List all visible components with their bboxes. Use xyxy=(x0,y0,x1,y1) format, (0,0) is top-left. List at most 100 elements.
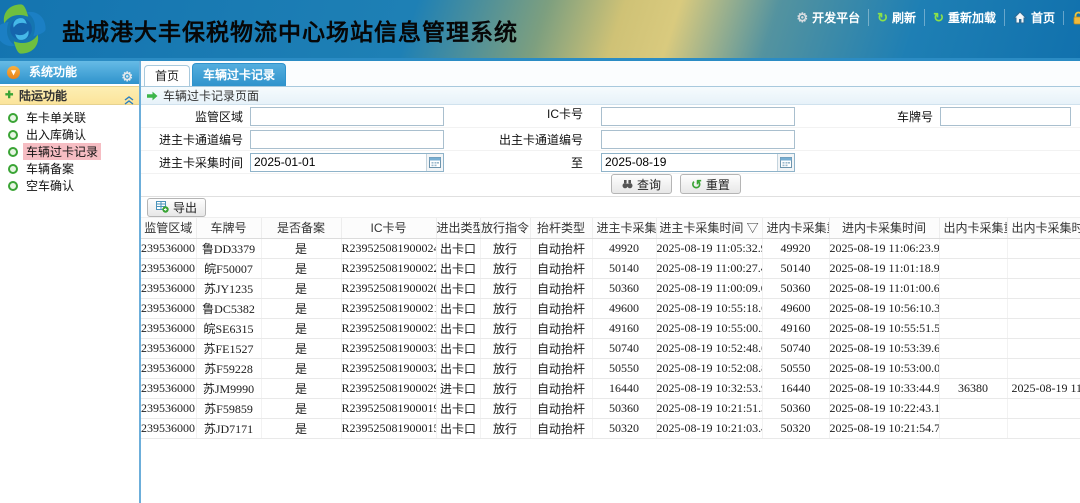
table-cell: 2025-08-19 10:33:44.953 xyxy=(829,378,939,398)
table-row[interactable]: 2395360001苏JY1235是R239525081900020出卡口放行自… xyxy=(141,278,1080,298)
plate-number-input[interactable] xyxy=(940,107,1071,126)
column-header[interactable]: 出内卡采集时间 xyxy=(1007,218,1080,238)
collapse-chevrons-icon[interactable] xyxy=(124,92,134,110)
date-to-input[interactable] xyxy=(601,153,795,172)
table-cell xyxy=(1007,418,1080,438)
sidebar-section-land[interactable]: ✚ 陆运功能 xyxy=(0,86,139,105)
in-channel-label: 进主卡通道编号 xyxy=(141,131,250,148)
gear-icon: ⚙ xyxy=(796,11,808,24)
out-channel-label: 出主卡通道编号 xyxy=(444,131,590,148)
table-cell: 49920 xyxy=(762,238,829,258)
table-cell: 出卡口 xyxy=(436,318,480,338)
table-row[interactable]: 2395360001皖F50007是R239525081900022出卡口放行自… xyxy=(141,258,1080,278)
table-row[interactable]: 2395360001鲁DC5382是R239525081900021出卡口放行自… xyxy=(141,298,1080,318)
table-cell: 是 xyxy=(261,238,341,258)
lock-link[interactable] xyxy=(1063,11,1080,25)
table-cell: 2025-08-19 11:02 xyxy=(1007,378,1080,398)
column-header[interactable]: 是否备案 xyxy=(261,218,341,238)
table-cell: 2025-08-19 10:52:48.080 xyxy=(656,338,762,358)
column-header[interactable]: 车牌号 xyxy=(196,218,261,238)
query-button[interactable]: 查询 xyxy=(611,174,672,194)
table-row[interactable]: 2395360001苏F59859是R239525081900019出卡口放行自… xyxy=(141,398,1080,418)
dev-platform-link[interactable]: ⚙ 开发平台 xyxy=(788,9,868,26)
table-cell xyxy=(1007,298,1080,318)
column-header[interactable]: 进内卡采集重量 xyxy=(762,218,829,238)
home-link[interactable]: 首页 xyxy=(1004,9,1063,26)
table-cell: 36380 xyxy=(939,378,1007,398)
region-input[interactable] xyxy=(250,107,444,126)
column-header[interactable]: 进主卡采集重量 xyxy=(592,218,656,238)
sidebar-header[interactable]: ▾ 系统功能 ⚙ xyxy=(0,61,139,84)
table-cell: 2025-08-19 10:55:00.240 xyxy=(656,318,762,338)
table-cell: 皖SE6315 xyxy=(196,318,261,338)
sidebar-item-1[interactable]: 车卡单关联 xyxy=(0,109,139,126)
table-cell: 放行 xyxy=(480,338,530,358)
date-from-input[interactable] xyxy=(250,153,444,172)
table-cell xyxy=(939,258,1007,278)
table-cell: 2025-08-19 10:32:53.927 xyxy=(656,378,762,398)
table-row[interactable]: 2395360001苏JD7171是R239525081900015出卡口放行自… xyxy=(141,418,1080,438)
column-header[interactable]: IC卡号 xyxy=(341,218,436,238)
form-row-3: 进主卡采集时间 至 xyxy=(141,151,1080,174)
plate-label: 车牌号 xyxy=(795,108,940,125)
table-row[interactable]: 2395360001皖SE6315是R239525081900023出卡口放行自… xyxy=(141,318,1080,338)
sidebar-item-4[interactable]: 车辆备案 xyxy=(0,160,139,177)
table-cell: 苏FE1527 xyxy=(196,338,261,358)
table-row[interactable]: 2395360001苏JM9990是R239525081900029进卡口放行自… xyxy=(141,378,1080,398)
table-cell: 2395360001 xyxy=(141,258,196,278)
column-header[interactable]: 进出类型 xyxy=(436,218,480,238)
table-row[interactable]: 2395360001鲁DD3379是R239525081900024出卡口放行自… xyxy=(141,238,1080,258)
sidebar-item-2[interactable]: 出入库确认 xyxy=(0,126,139,143)
table-cell: 2025-08-19 10:21:54.727 xyxy=(829,418,939,438)
tab-home[interactable]: 首页 xyxy=(144,65,190,86)
table-cell: 出卡口 xyxy=(436,238,480,258)
sidebar-item-5[interactable]: 空车确认 xyxy=(0,177,139,194)
column-header[interactable]: 进主卡采集时间 ▽ xyxy=(656,218,762,238)
reload-link[interactable]: ↻ 重新加载 xyxy=(924,9,1004,26)
sidebar-item-3[interactable]: 车辆过卡记录 xyxy=(0,143,139,160)
table-cell: 放行 xyxy=(480,378,530,398)
table-cell: R239525081900032 xyxy=(341,358,436,378)
table-cell xyxy=(939,278,1007,298)
tab-records[interactable]: 车辆过卡记录 xyxy=(192,63,286,86)
table-cell: 是 xyxy=(261,398,341,418)
refresh-link[interactable]: ↻ 刷新 xyxy=(868,9,924,26)
table-cell: 苏JY1235 xyxy=(196,278,261,298)
form-row-2: 进主卡通道编号 出主卡通道编号 xyxy=(141,128,1080,151)
table-cell: 自动抬杆 xyxy=(530,318,592,338)
column-header[interactable]: 抬杆类型 xyxy=(530,218,592,238)
column-header[interactable]: 监管区域 xyxy=(141,218,196,238)
table-cell: 49920 xyxy=(592,238,656,258)
table-row[interactable]: 2395360001苏F59228是R239525081900032出卡口放行自… xyxy=(141,358,1080,378)
dev-platform-label: 开发平台 xyxy=(812,9,860,26)
table-cell xyxy=(1007,398,1080,418)
column-header[interactable]: 出内卡采集重量 xyxy=(939,218,1007,238)
form-row-1: 监管区域 IC卡号 车牌号 xyxy=(141,105,1080,128)
table-cell xyxy=(1007,278,1080,298)
reset-button[interactable]: ↺ 重置 xyxy=(680,174,741,194)
table-cell xyxy=(939,358,1007,378)
in-channel-input[interactable] xyxy=(250,130,444,149)
date-from-box xyxy=(250,153,444,172)
sidebar-gear-icon[interactable]: ⚙ xyxy=(121,65,133,88)
column-header[interactable]: 放行指令 xyxy=(480,218,530,238)
out-channel-input[interactable] xyxy=(601,130,795,149)
calendar-icon[interactable] xyxy=(426,154,443,171)
table-cell: 2025-08-19 11:00:09.610 xyxy=(656,278,762,298)
table-cell: 自动抬杆 xyxy=(530,358,592,378)
calendar-icon[interactable] xyxy=(777,154,794,171)
reload-label: 重新加载 xyxy=(948,9,996,26)
table-cell: R239525081900033 xyxy=(341,338,436,358)
table-row[interactable]: 2395360001苏FE1527是R239525081900033出卡口放行自… xyxy=(141,338,1080,358)
export-button-label: 导出 xyxy=(173,199,197,216)
ic-card-input[interactable] xyxy=(601,107,795,126)
refresh-label: 刷新 xyxy=(892,9,916,26)
table-cell: 50360 xyxy=(762,398,829,418)
export-button[interactable]: 导出 xyxy=(147,198,206,217)
table-cell: 出卡口 xyxy=(436,398,480,418)
table-cell xyxy=(939,338,1007,358)
sidebar-item-label: 车辆备案 xyxy=(23,160,77,177)
table-cell: 苏JM9990 xyxy=(196,378,261,398)
column-header[interactable]: 进内卡采集时间 xyxy=(829,218,939,238)
table-cell: 49600 xyxy=(592,298,656,318)
